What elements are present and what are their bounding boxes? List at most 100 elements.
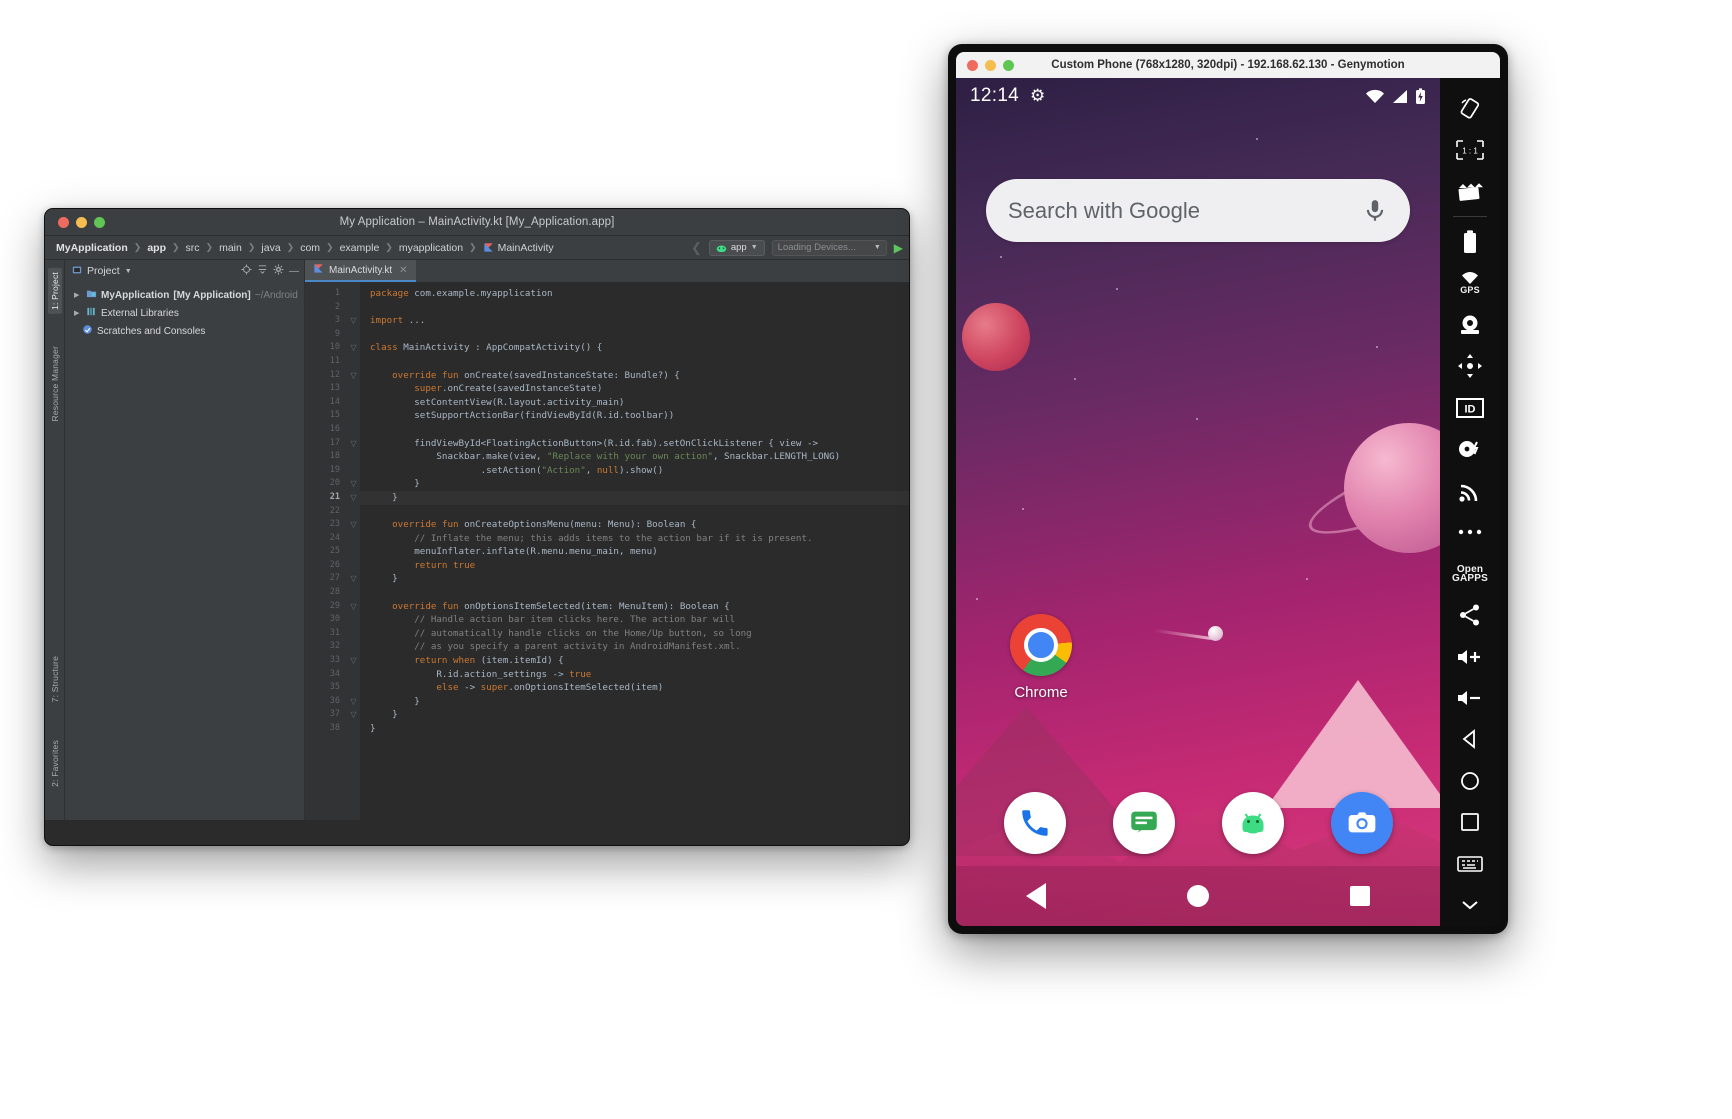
back-button[interactable] [1026,883,1047,909]
fold-marker[interactable] [347,396,360,410]
breadcrumb-item-6[interactable]: example [340,242,380,254]
home-icon[interactable] [1440,760,1500,801]
code-text[interactable]: package com.example.myapplication import… [360,282,909,820]
fold-marker[interactable] [347,613,360,627]
code-line[interactable] [370,328,909,342]
fold-marker[interactable]: ▽ [347,518,360,532]
fold-marker[interactable] [347,545,360,559]
code-line[interactable]: import ... [370,314,909,328]
fold-marker[interactable] [347,355,360,369]
dock-item-phone[interactable] [1003,792,1066,854]
chevron-right-icon[interactable]: ▶ [74,291,82,299]
breadcrumb-item-3[interactable]: main [219,242,242,254]
fold-marker[interactable]: ▽ [347,695,360,709]
fold-marker[interactable] [347,532,360,546]
dock-item-messages[interactable] [1112,792,1175,854]
code-line[interactable]: findViewById<FloatingActionButton>(R.id.… [370,437,909,451]
rotate-icon[interactable] [1440,88,1500,129]
code-line[interactable]: } [370,695,909,709]
disk-io-icon[interactable] [1440,429,1500,470]
close-window-button[interactable] [967,59,978,71]
sidebar-item-project[interactable]: 1: Project [47,268,62,314]
window-controls[interactable] [956,59,1014,71]
device-selector[interactable]: Loading Devices... ▼ [771,239,887,256]
fold-marker[interactable] [347,287,360,301]
recents-icon[interactable] [1440,802,1500,843]
fold-marker[interactable]: ▽ [347,600,360,614]
code-line[interactable]: // Handle action bar item clicks here. T… [370,613,909,627]
tree-item-external-libraries[interactable]: ▶ External Libraries [65,304,304,322]
navigate-back-icon[interactable]: ❮ [691,240,702,256]
gear-icon[interactable]: ⚙ [1030,86,1045,106]
code-line[interactable]: // as you specify a parent activity in A… [370,640,909,654]
code-line[interactable]: super.onCreate(savedInstanceState) [370,382,909,396]
chevron-right-icon[interactable]: ▶ [74,309,82,317]
maximize-window-button[interactable] [94,216,105,228]
fold-marker[interactable]: ▽ [347,437,360,451]
tree-item-myapplication[interactable]: ▶ MyApplication [My Application] ~/Andro… [65,286,304,304]
code-line[interactable]: override fun onCreateOptionsMenu(menu: M… [370,518,909,532]
code-line[interactable]: return true [370,559,909,573]
tree-item-scratches[interactable]: Scratches and Consoles [65,322,304,340]
fold-marker[interactable] [347,450,360,464]
collapse-all-icon[interactable] [257,264,268,278]
fold-marker[interactable] [347,409,360,423]
code-line[interactable] [370,586,909,600]
battery-icon[interactable] [1440,221,1500,262]
code-line[interactable]: setSupportActionBar(findViewById(R.id.to… [370,409,909,423]
breadcrumb-item-8[interactable]: MainActivity [498,242,554,254]
run-button[interactable]: ▶ [894,241,903,255]
chevron-down-icon[interactable]: ▼ [125,268,132,275]
identifiers-icon[interactable]: ID [1440,387,1500,428]
run-configuration-selector[interactable]: app ▼ [708,239,765,256]
fold-marker[interactable]: ▽ [347,314,360,328]
gps-icon[interactable]: GPS [1440,263,1500,304]
google-search-bar[interactable]: Search with Google [986,179,1410,242]
back-icon[interactable] [1440,719,1500,760]
locate-file-icon[interactable] [241,264,252,278]
camera-icon[interactable] [1440,304,1500,345]
expand-icon[interactable] [1440,885,1500,926]
fold-marker[interactable] [347,382,360,396]
code-line[interactable]: // automatically handle clicks on the Ho… [370,627,909,641]
keyboard-icon[interactable] [1440,843,1500,884]
code-line[interactable]: } [360,490,909,505]
volume-up-icon[interactable] [1440,636,1500,677]
fold-marker[interactable] [347,464,360,478]
network-icon[interactable] [1440,470,1500,511]
sidebar-item-structure[interactable]: 7: Structure [50,656,60,702]
fold-marker[interactable]: ▽ [347,708,360,722]
accelerometer-icon[interactable] [1440,346,1500,387]
fold-marker[interactable] [347,505,360,519]
fold-marker[interactable]: ▽ [347,341,360,355]
code-line[interactable] [370,505,909,519]
resize-1to1-icon[interactable]: 1 : 1 [1440,129,1500,170]
fold-marker[interactable]: ▽ [347,654,360,668]
code-line[interactable] [370,423,909,437]
code-line[interactable]: override fun onOptionsItemSelected(item:… [370,600,909,614]
code-line[interactable]: } [370,572,909,586]
fold-marker[interactable] [347,722,360,736]
code-line[interactable]: return when (item.itemId) { [370,654,909,668]
app-icon-chrome[interactable]: Chrome [986,614,1096,701]
dock-item-play-store[interactable] [1221,792,1284,854]
fold-marker[interactable]: ▽ [347,369,360,383]
maximize-window-button[interactable] [1003,59,1014,71]
fold-marker[interactable] [347,559,360,573]
code-line[interactable]: } [370,708,909,722]
fold-marker[interactable]: ▽ [347,572,360,586]
screen-record-icon[interactable] [1440,171,1500,212]
fold-marker[interactable] [347,668,360,682]
hide-pane-icon[interactable]: — [289,266,299,277]
code-line[interactable]: package com.example.myapplication [370,287,909,301]
breadcrumb-item-0[interactable]: MyApplication [56,242,128,254]
dock-item-camera[interactable] [1330,792,1393,854]
more-icon[interactable] [1440,511,1500,552]
code-line[interactable] [370,355,909,369]
minimize-window-button[interactable] [76,216,87,228]
tab-mainactivity-kt[interactable]: MainActivity.kt ✕ [305,260,416,282]
fold-marker[interactable] [347,423,360,437]
microphone-icon[interactable] [1362,198,1388,224]
code-folding-column[interactable]: ▽ ▽ ▽ ▽ ▽ ▽ ▽ ▽ ▽ ▽ ▽ ▽ [347,282,360,820]
code-line[interactable]: class MainActivity : AppCompatActivity()… [370,341,909,355]
